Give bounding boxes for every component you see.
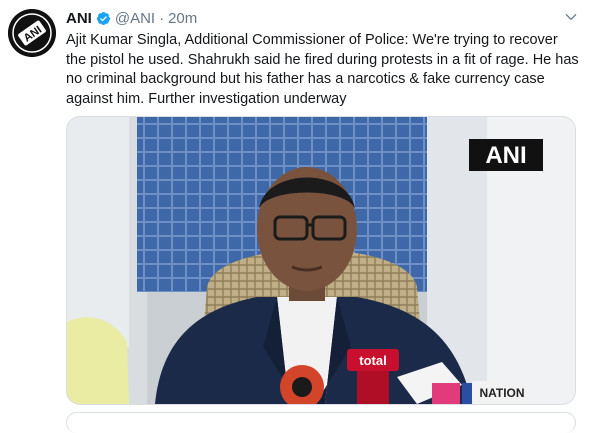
separator-dot: · bbox=[159, 9, 165, 27]
avatar[interactable]: ANI bbox=[8, 9, 56, 57]
ani-logo-icon: ANI bbox=[8, 9, 56, 57]
tweet-text: Ajit Kumar Singla, Additional Commission… bbox=[66, 32, 579, 107]
author-name[interactable]: ANI bbox=[66, 10, 92, 27]
tweet-header: ANI @ANI · 20m bbox=[66, 8, 197, 28]
chevron-down-icon[interactable] bbox=[564, 10, 578, 24]
mic-label-total: total bbox=[359, 353, 386, 368]
tweet-timestamp[interactable]: 20m bbox=[168, 10, 197, 27]
verified-badge-icon bbox=[96, 11, 110, 25]
mic-label-nation: NATION bbox=[479, 386, 524, 400]
quoted-card-edge[interactable] bbox=[66, 412, 576, 433]
ani-watermark: ANI bbox=[485, 142, 526, 169]
press-conference-photo: ANI total NATION bbox=[67, 117, 575, 404]
tweet-photo[interactable]: ANI total NATION bbox=[66, 116, 576, 405]
author-handle[interactable]: @ANI bbox=[115, 10, 155, 27]
